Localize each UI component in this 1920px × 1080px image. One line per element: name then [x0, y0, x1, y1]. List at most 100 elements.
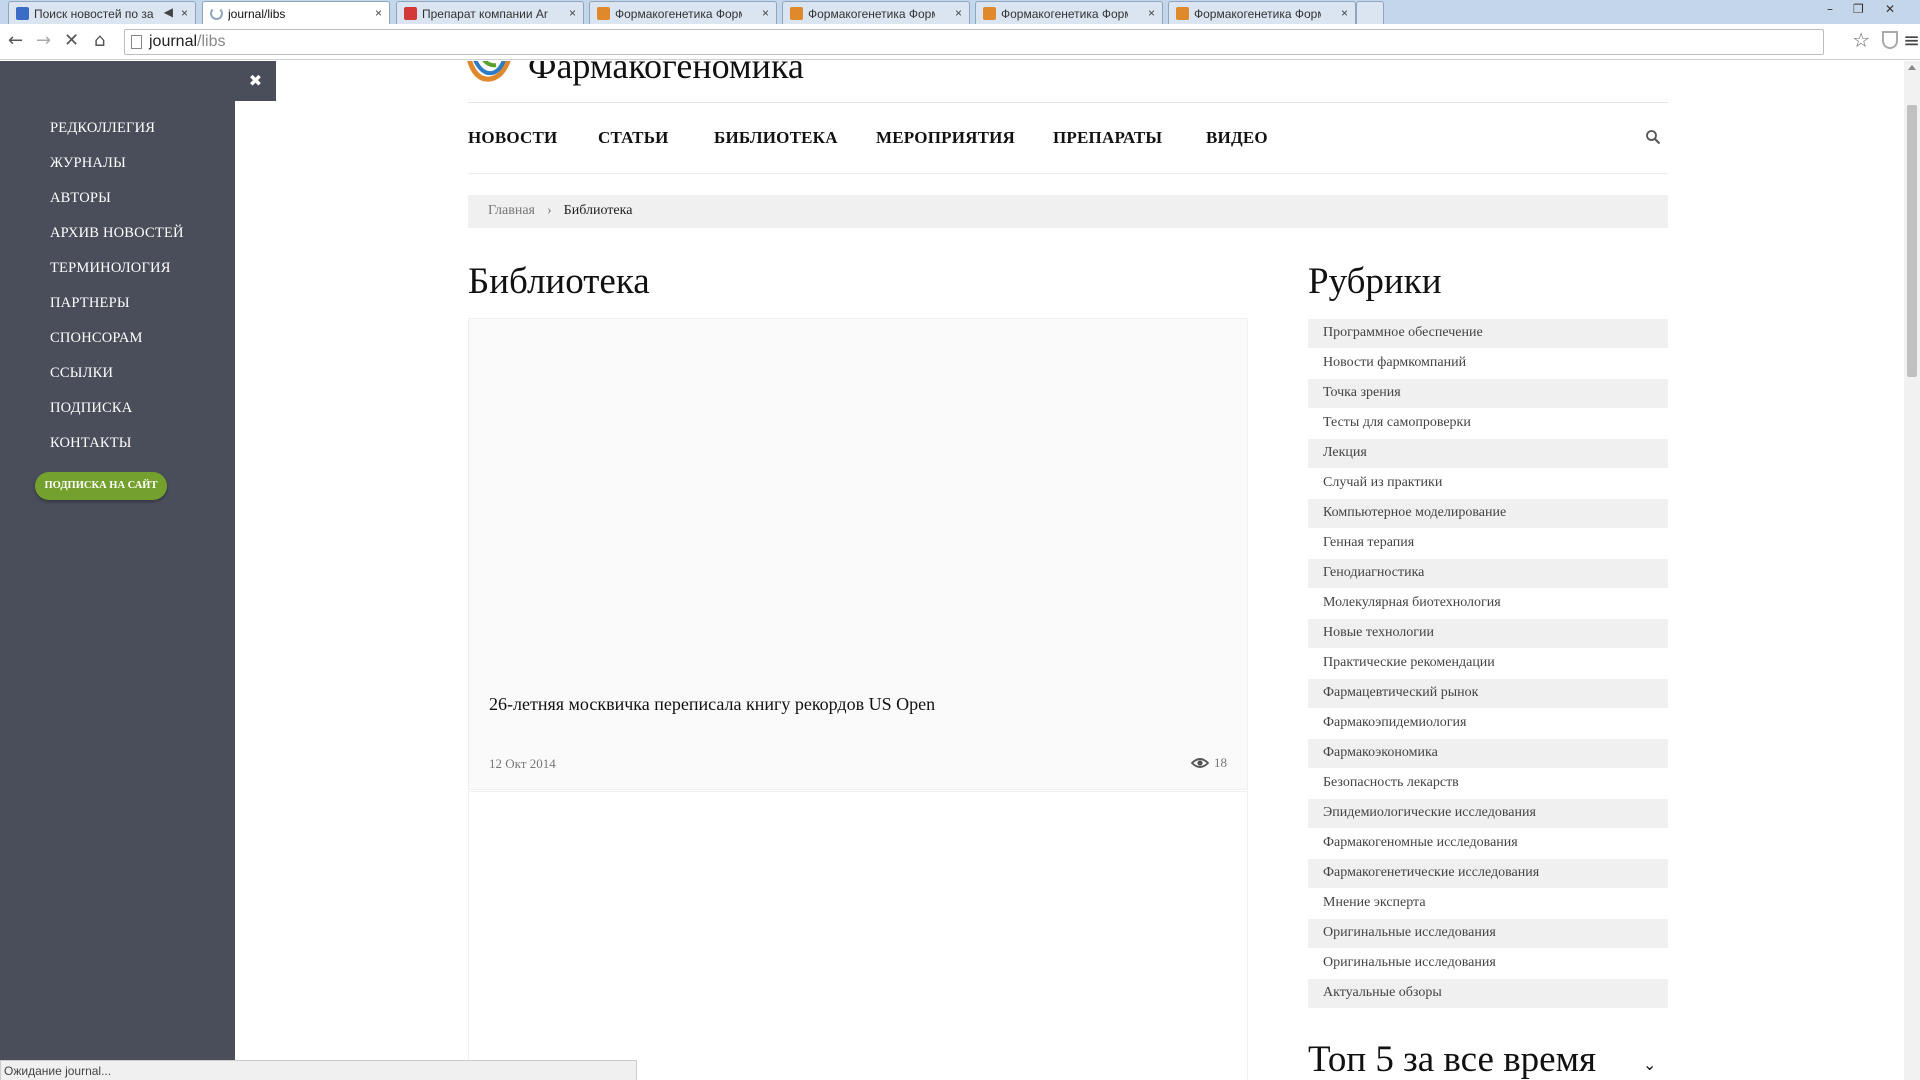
- sidebar-item[interactable]: Ссылки: [50, 365, 113, 382]
- browser-tab[interactable]: Формакогенетика Форм ×: [1168, 1, 1356, 24]
- library-card[interactable]: 26-летняя москвичка переписала книгу рек…: [468, 318, 1248, 790]
- page-title: Библиотека: [468, 261, 650, 302]
- browser-tab[interactable]: journal/libs ×: [202, 1, 390, 24]
- tab-favicon-icon: [597, 7, 610, 20]
- rubric-item[interactable]: Генодиагностика: [1308, 559, 1668, 589]
- rubric-item[interactable]: Случай из практики: [1308, 469, 1668, 499]
- top5-title: Топ 5 за все время: [1308, 1039, 1597, 1080]
- rubric-item[interactable]: Эпидемиологические исследования: [1308, 799, 1668, 829]
- site-title[interactable]: Фармакогеномика: [528, 61, 804, 87]
- rubric-item[interactable]: Тесты для самопроверки: [1308, 409, 1668, 439]
- browser-tab[interactable]: Формакогенетика Форм ×: [589, 1, 777, 24]
- tab-close-icon[interactable]: ×: [955, 6, 962, 20]
- rubric-item[interactable]: Актуальные обзоры: [1308, 979, 1668, 1009]
- eye-icon: [1191, 758, 1209, 768]
- tab-favicon-icon: [16, 7, 29, 20]
- rubric-item[interactable]: Компьютерное моделирование: [1308, 499, 1668, 529]
- scroll-thumb[interactable]: [1907, 105, 1917, 377]
- rubric-item[interactable]: Безопасность лекарств: [1308, 769, 1668, 799]
- rubric-item[interactable]: Лекция: [1308, 439, 1668, 469]
- rubric-item[interactable]: Практические рекомендации: [1308, 649, 1668, 679]
- chevron-down-icon[interactable]: ⌄: [1643, 1055, 1656, 1074]
- status-bar: Ожидание journal...: [0, 1060, 637, 1080]
- new-tab-button[interactable]: [1356, 1, 1384, 24]
- card-date: 12 Окт 2014: [489, 756, 556, 771]
- main-nav-item[interactable]: Препараты: [1053, 128, 1162, 148]
- rubric-item[interactable]: Фармакогенетические исследования: [1308, 859, 1668, 889]
- sidebar-item[interactable]: Редколлегия: [50, 120, 155, 137]
- rubric-item[interactable]: Фармакоэпидемиология: [1308, 709, 1668, 739]
- sidebar-item[interactable]: Архив новостей: [50, 225, 184, 242]
- header-divider: [468, 102, 1668, 103]
- scroll-up-icon[interactable]: [1908, 65, 1916, 70]
- close-sidebar-icon[interactable]: ✖: [235, 61, 276, 101]
- tab-close-icon[interactable]: ×: [569, 6, 576, 20]
- main-nav-item[interactable]: Мероприятия: [876, 128, 1015, 148]
- sidebar-menu: Редколлегия Журналы Авторы Архив новостей Те…: [0, 61, 235, 1080]
- address-bar[interactable]: journal/libs: [124, 29, 1824, 55]
- restore-icon[interactable]: ❐: [1853, 2, 1864, 16]
- tab-close-icon[interactable]: ×: [1341, 6, 1348, 20]
- rubric-item[interactable]: Фармакоэкономика: [1308, 739, 1668, 769]
- page-scrollbar[interactable]: [1904, 61, 1920, 1080]
- browser-tab[interactable]: Формакогенетика Форм ×: [782, 1, 970, 24]
- browser-tab[interactable]: Препарат компании Ar ×: [396, 1, 584, 24]
- tab-favicon-icon: [790, 7, 803, 20]
- tab-favicon-icon: [983, 7, 996, 20]
- site-logo[interactable]: [466, 61, 512, 87]
- loading-spinner-icon: [210, 7, 223, 20]
- rubric-item[interactable]: Новые технологии: [1308, 619, 1668, 649]
- nav-divider: [468, 173, 1668, 174]
- close-window-icon[interactable]: ✕: [1885, 2, 1895, 16]
- audio-icon[interactable]: ◀: [164, 5, 173, 19]
- main-nav-item[interactable]: Новости: [468, 128, 557, 148]
- url-path: /libs: [197, 33, 226, 50]
- back-icon[interactable]: ←: [8, 30, 23, 51]
- tab-close-icon[interactable]: ×: [1148, 6, 1155, 20]
- rubric-item[interactable]: Фармацевтический рынок: [1308, 679, 1668, 709]
- rubric-item[interactable]: Программное обеспечение: [1308, 319, 1668, 349]
- main-nav-item[interactable]: Библиотека: [714, 128, 838, 148]
- home-icon[interactable]: ⌂: [94, 30, 105, 51]
- page-icon: [131, 35, 142, 49]
- forward-icon[interactable]: →: [36, 30, 51, 51]
- main-nav-item[interactable]: Видео: [1206, 128, 1268, 148]
- sidebar-item[interactable]: Авторы: [50, 190, 111, 207]
- rubric-item[interactable]: Оригинальные исследования: [1308, 949, 1668, 979]
- shield-icon[interactable]: [1882, 31, 1898, 49]
- tab-title: Формакогенетика Форм: [615, 7, 742, 21]
- rubric-item[interactable]: Оригинальные исследования: [1308, 919, 1668, 949]
- browser-tab[interactable]: Формакогенетика Форм ×: [975, 1, 1163, 24]
- breadcrumb-home-link[interactable]: Главная: [488, 203, 535, 218]
- tab-title: Препарат компании Ar: [422, 7, 548, 21]
- page-viewport: Фармакогеномика Новости Статьи Библиотека М…: [0, 61, 1904, 1080]
- sidebar-item[interactable]: Подписка: [50, 400, 132, 417]
- rubric-item[interactable]: Мнение эксперта: [1308, 889, 1668, 919]
- minimize-icon[interactable]: –: [1827, 2, 1833, 16]
- tab-close-icon[interactable]: ×: [181, 6, 188, 20]
- library-card-placeholder[interactable]: [468, 791, 1248, 1080]
- menu-icon[interactable]: ≡: [1903, 28, 1920, 52]
- tab-close-icon[interactable]: ×: [762, 6, 769, 20]
- rubric-item[interactable]: Молекулярная биотехнология: [1308, 589, 1668, 619]
- sidebar-item[interactable]: Партнеры: [50, 295, 130, 312]
- rubric-item[interactable]: Новости фармкомпаний: [1308, 349, 1668, 379]
- tab-close-icon[interactable]: ×: [375, 6, 382, 20]
- subscribe-button[interactable]: Подписка на сайт: [35, 472, 167, 500]
- search-icon[interactable]: [1645, 129, 1661, 145]
- tab-title: Формакогенетика Форм: [1194, 7, 1321, 21]
- sidebar-item[interactable]: Контакты: [50, 435, 132, 452]
- browser-tab[interactable]: Поиск новостей по за ◀ ×: [8, 1, 196, 24]
- card-title[interactable]: 26-летняя москвичка переписала книгу рек…: [489, 694, 935, 715]
- bookmark-star-icon[interactable]: ☆: [1852, 28, 1870, 52]
- stop-icon[interactable]: ✕: [64, 30, 79, 51]
- tab-favicon-icon: [404, 7, 417, 20]
- sidebar-item[interactable]: Журналы: [50, 155, 126, 172]
- main-nav-item[interactable]: Статьи: [598, 128, 669, 148]
- sidebar-item[interactable]: Терминология: [50, 260, 171, 277]
- rubric-item[interactable]: Точка зрения: [1308, 379, 1668, 409]
- rubric-item[interactable]: Генная терапия: [1308, 529, 1668, 559]
- sidebar-item[interactable]: Спонсорам: [50, 330, 143, 347]
- rubric-item[interactable]: Фармакогеномные исследования: [1308, 829, 1668, 859]
- breadcrumb-current: Библиотека: [563, 203, 633, 218]
